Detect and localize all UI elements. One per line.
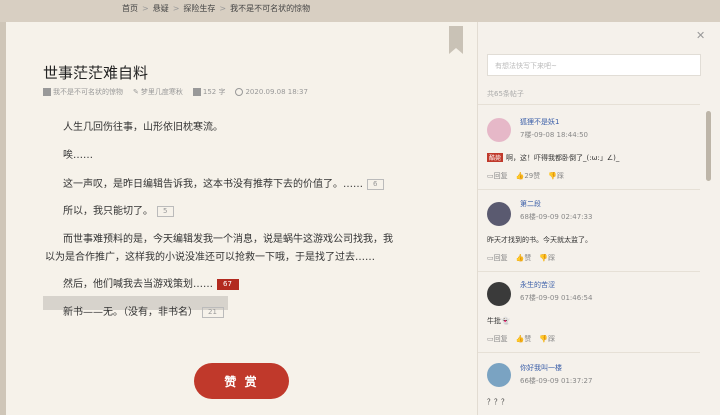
breadcrumb-subcategory[interactable]: 探险生存: [183, 4, 215, 13]
comment-total: 共65条帖子: [487, 90, 524, 98]
comment-count-badge[interactable]: 5: [157, 205, 175, 217]
paragraph[interactable]: 然后，他们喊我去当游戏策划…… 67: [63, 275, 239, 290]
word-count: 152 字: [202, 88, 226, 96]
paragraph[interactable]: 而世事难预料的是，今天编辑发我一个消息，说是蜗牛这游戏公司找我，我: [63, 230, 393, 245]
comment-actions: ▭回复 👍赞 👎踩: [487, 334, 555, 344]
dislike-button[interactable]: 👎踩: [548, 171, 564, 181]
comment-time: 68楼-09-09 02:47:33: [520, 213, 593, 221]
bookmark-icon[interactable]: [449, 26, 463, 54]
avatar[interactable]: [487, 363, 511, 387]
breadcrumb: 首页 > 悬疑 > 探险生存 > 我不是不可名状的惊物: [122, 4, 311, 13]
paragraph[interactable]: 这一声叹，是昨日编辑告诉我，这本书没有推荐下去的价值了。…… 6: [63, 175, 385, 190]
comment-time: 7楼-09-08 18:44:50: [520, 131, 588, 139]
comment-text: 昨天才找到的书。今天就太监了。: [487, 236, 592, 244]
paragraph[interactable]: 所以，我只能切了。 5: [63, 202, 175, 217]
commenter-name[interactable]: 永生的苦涩: [520, 280, 555, 290]
status-badge: 酷毙: [487, 153, 504, 162]
comment-sidebar: ✕ 有想法快写下来吧~ 共65条帖子 狐狸不是妖1 7楼-09-08 18:44…: [477, 22, 720, 415]
commenter-name[interactable]: 狐狸不是妖1: [520, 117, 559, 127]
close-icon[interactable]: ✕: [696, 29, 705, 42]
comment-input[interactable]: 有想法快写下来吧~: [487, 54, 701, 76]
reply-button[interactable]: ▭回复: [487, 171, 508, 181]
avatar[interactable]: [487, 118, 511, 142]
paragraph[interactable]: 人生几回伤往事，山形依旧枕寒流。: [63, 118, 223, 133]
paragraph[interactable]: 唉……: [63, 146, 93, 161]
author-name[interactable]: 梦里几度寒秋: [141, 88, 183, 96]
divider: [478, 189, 700, 190]
commenter-name[interactable]: 第二段: [520, 199, 541, 209]
comment-time: 66楼-09-09 01:37:27: [520, 377, 593, 385]
comment-count-badge[interactable]: 67: [217, 278, 239, 290]
reply-button[interactable]: ▭回复: [487, 334, 508, 344]
like-button[interactable]: 👍赞: [516, 334, 532, 344]
chapter-title: 世事茫茫难自料: [43, 64, 149, 82]
chapter-meta: 我不是不可名状的惊物 ✎ 梦里几度寒秋 152 字 2020.09.08 18:3…: [43, 87, 308, 97]
book-icon: [43, 88, 51, 96]
like-button[interactable]: 👍赞: [516, 253, 532, 263]
dislike-button[interactable]: 👎踩: [539, 334, 555, 344]
reply-button[interactable]: ▭回复: [487, 253, 508, 263]
document-icon: [192, 88, 201, 96]
comment-text: 牛批👻: [487, 317, 510, 325]
comment-time: 67楼-09-09 01:46:54: [520, 294, 593, 302]
clock-icon: [235, 88, 244, 96]
scrollbar[interactable]: [706, 111, 711, 181]
paragraph[interactable]: 以为是合作推广，这样我的小说没准还可以抢救一下哦，于是找了过去……: [45, 248, 375, 263]
comment-actions: ▭回复 👍赞 👎踩: [487, 253, 555, 263]
breadcrumb-home[interactable]: 首页: [122, 4, 138, 13]
tip-button[interactable]: 赞 赏: [194, 363, 289, 399]
divider: [478, 352, 700, 353]
comment-text: 酷毙 啊，这！吓得我都卧倒了_(:ω:」∠)_: [487, 153, 620, 162]
paragraph[interactable]: 新书——无。（没有，非书名） 21: [63, 303, 224, 318]
publish-date: 2020.09.08 18:37: [245, 88, 308, 96]
comment-actions: ▭回复 👍29赞 👎踩: [487, 171, 564, 181]
commenter-name[interactable]: 你好我叫一楼: [520, 363, 562, 373]
chapter-content: 世事茫茫难自料 我不是不可名状的惊物 ✎ 梦里几度寒秋 152 字 2020.09…: [6, 22, 477, 415]
breadcrumb-category[interactable]: 悬疑: [153, 4, 169, 13]
breadcrumb-book[interactable]: 我不是不可名状的惊物: [230, 4, 310, 13]
book-name[interactable]: 我不是不可名状的惊物: [53, 88, 123, 96]
avatar[interactable]: [487, 282, 511, 306]
avatar[interactable]: [487, 202, 511, 226]
pen-icon: ✎: [133, 88, 139, 96]
comment-count-badge[interactable]: 6: [367, 178, 385, 190]
divider: [478, 271, 700, 272]
top-bar: 首页 > 悬疑 > 探险生存 > 我不是不可名状的惊物: [0, 0, 720, 22]
divider: [478, 104, 700, 105]
dislike-button[interactable]: 👎踩: [539, 253, 555, 263]
comment-count-badge[interactable]: 21: [202, 306, 224, 318]
like-button[interactable]: 👍29赞: [516, 171, 541, 181]
comment-text: ？？？: [487, 398, 508, 406]
